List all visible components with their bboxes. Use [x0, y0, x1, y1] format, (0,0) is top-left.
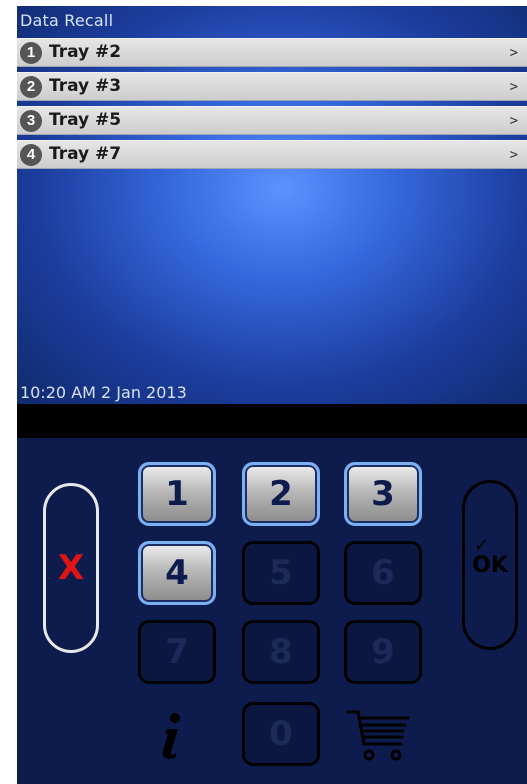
key-0[interactable]: 0 [242, 702, 320, 766]
datetime-readout: 10:20 AM 2 Jan 2013 [20, 383, 187, 402]
item-label: Tray #3 [49, 76, 122, 96]
item-number-badge: 1 [20, 42, 42, 64]
chevron-right-icon: > [509, 45, 518, 61]
cancel-x-icon: X [57, 548, 85, 588]
item-label: Tray #5 [49, 110, 122, 130]
list-item-tray-3[interactable]: 3 Tray #5 > [17, 106, 527, 135]
item-label: Tray #7 [49, 144, 122, 164]
key-8[interactable]: 8 [242, 620, 320, 684]
cancel-button[interactable]: X [43, 483, 99, 653]
tray-list: 1 Tray #2 > 2 Tray #3 > 3 Tray #5 > 4 Tr… [17, 38, 527, 174]
item-number-badge: 3 [20, 110, 42, 132]
list-item-tray-4[interactable]: 4 Tray #7 > [17, 140, 527, 169]
display-screen: Data Recall 1 Tray #2 > 2 Tray #3 > 3 Tr… [17, 6, 527, 404]
info-icon[interactable] [158, 712, 186, 760]
key-5[interactable]: 5 [242, 541, 320, 605]
ok-button[interactable]: ✓ OK [462, 480, 518, 650]
shopping-cart-icon[interactable] [346, 706, 412, 764]
ok-label: OK [472, 552, 508, 578]
item-label: Tray #2 [49, 42, 122, 62]
key-3[interactable]: 3 [344, 462, 422, 526]
key-2[interactable]: 2 [242, 462, 320, 526]
chevron-right-icon: > [509, 79, 518, 95]
ok-check-icon: ✓ OK [472, 534, 508, 578]
separator-bar [17, 404, 527, 438]
screen-title: Data Recall [20, 11, 114, 30]
key-6[interactable]: 6 [344, 541, 422, 605]
item-number-badge: 2 [20, 76, 42, 98]
key-4[interactable]: 4 [138, 541, 216, 605]
item-number-badge: 4 [20, 144, 42, 166]
key-7[interactable]: 7 [138, 620, 216, 684]
list-item-tray-2[interactable]: 2 Tray #3 > [17, 72, 527, 101]
key-9[interactable]: 9 [344, 620, 422, 684]
list-item-tray-1[interactable]: 1 Tray #2 > [17, 38, 527, 67]
chevron-right-icon: > [509, 147, 518, 163]
chevron-right-icon: > [509, 113, 518, 129]
key-1[interactable]: 1 [138, 462, 216, 526]
